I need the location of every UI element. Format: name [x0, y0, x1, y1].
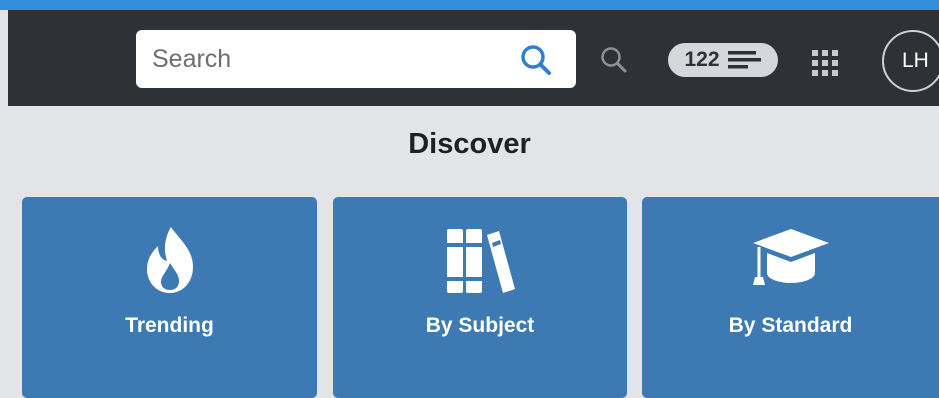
avatar-initials: LH [902, 49, 929, 72]
search-icon [521, 45, 551, 75]
count-badge[interactable]: 122 [668, 43, 778, 77]
magnifier-icon [601, 47, 627, 73]
tile-label: By Subject [425, 314, 535, 337]
page-title: Discover [408, 128, 531, 160]
tile-by-subject[interactable]: By Subject [333, 197, 627, 398]
tile-label: By Standard [728, 314, 853, 337]
graduation-cap-icon [752, 229, 829, 285]
tile-by-standard[interactable]: By Standard [642, 197, 939, 398]
search-input[interactable] [150, 38, 494, 80]
search-button[interactable] [518, 42, 554, 78]
count-badge-value: 122 [684, 48, 720, 71]
avatar[interactable]: LH [882, 30, 939, 92]
tile-label: Trending [125, 314, 214, 337]
search-box [136, 30, 576, 88]
tile-trending[interactable]: Trending [22, 197, 317, 398]
list-lines-icon [727, 51, 761, 69]
top-navbar: 122 LH [8, 10, 939, 106]
nav-search-button[interactable] [596, 42, 632, 78]
books-icon [447, 229, 515, 293]
fire-icon [146, 227, 193, 293]
apps-grid-icon[interactable] [812, 50, 846, 80]
top-accent-stripe [0, 0, 939, 10]
